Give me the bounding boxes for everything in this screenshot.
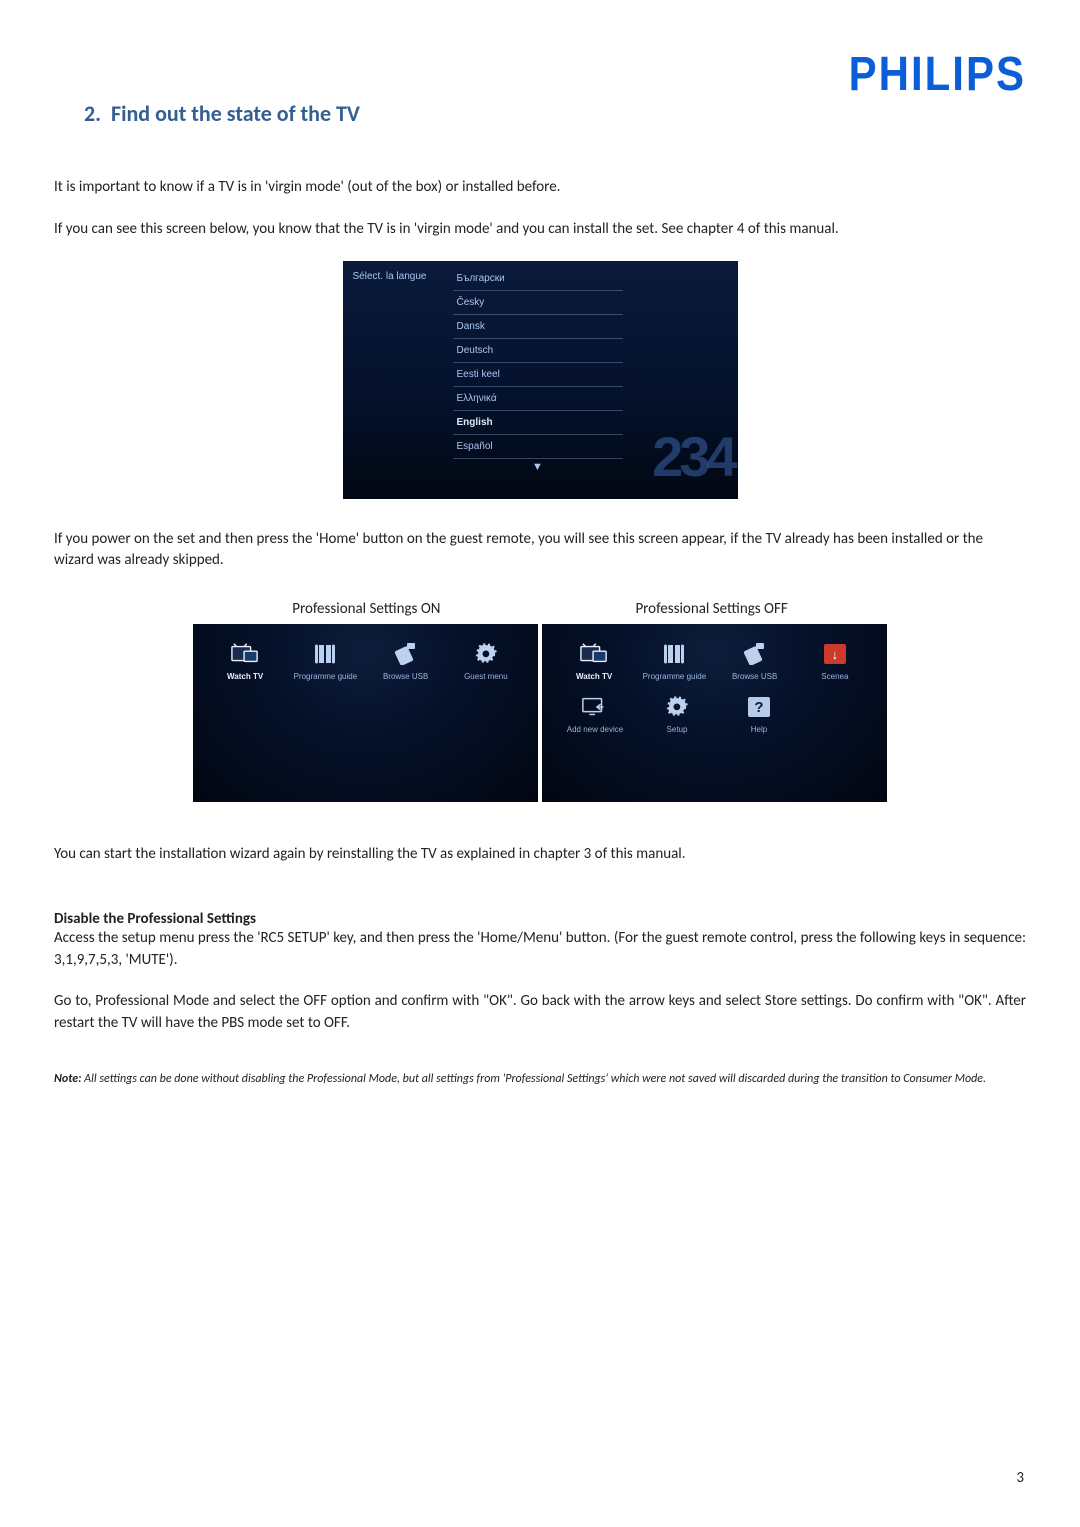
menu-item-browse-usb: Browse USB	[715, 642, 795, 681]
guide-icon	[660, 642, 688, 666]
gear-icon	[472, 642, 500, 666]
menu-item-programme-guide: Programme guide	[634, 642, 714, 681]
menu-item-label: Scenea	[795, 672, 875, 681]
language-item: Deutsch	[453, 339, 623, 363]
note-text: All settings can be done without disabli…	[81, 1072, 986, 1086]
menu-item-label: Guest menu	[446, 672, 526, 681]
language-panel-label: Sélect. la langue	[343, 261, 453, 499]
screenshot-right-pane: 234	[623, 261, 738, 499]
page-number: 3	[1016, 1469, 1024, 1487]
menu-item-label: Browse USB	[715, 672, 795, 681]
tv-icon	[580, 642, 608, 666]
menu-item-browse-usb: Browse USB	[366, 642, 446, 681]
paragraph-1: It is important to know if a TV is in 'v…	[54, 177, 1026, 199]
disable-p1: Access the setup menu press the 'RC5 SET…	[54, 928, 1026, 972]
menu-row: Add new deviceSetup? Help	[554, 695, 875, 734]
usb-icon	[741, 642, 769, 666]
label-pro-off: Professional Settings OFF	[635, 600, 787, 618]
chevron-down-icon: ▼	[453, 461, 623, 473]
menu-item-programme-guide: Programme guide	[285, 642, 365, 681]
menu-item-label: Add new device	[554, 725, 636, 734]
language-item: Ελληνικά	[453, 387, 623, 411]
menu-row: Watch TVProgramme guideBrowse USBGuest m…	[205, 642, 526, 681]
section-title-text: Find out the state of the TV	[111, 100, 360, 127]
menu-row: Watch TVProgramme guideBrowse USB ↓ Scenea	[554, 642, 875, 681]
language-list: БългарскиČeskyDanskDeutschEesti keelΕλλη…	[453, 261, 623, 499]
menu-item-watch-tv: Watch TV	[554, 642, 634, 681]
menu-item-scenea: ↓ Scenea	[795, 642, 875, 681]
usb-icon	[392, 642, 420, 666]
scenea-icon: ↓	[821, 642, 849, 666]
menu-item-watch-tv: Watch TV	[205, 642, 285, 681]
tv-icon	[231, 642, 259, 666]
language-item: Български	[453, 267, 623, 291]
channel-preview-digits: 234	[652, 424, 733, 489]
screenshot-virgin-mode: Sélect. la langue БългарскиČeskyDanskDeu…	[343, 261, 738, 499]
menu-item-label: Watch TV	[205, 672, 285, 681]
language-item: Eesti keel	[453, 363, 623, 387]
disable-p2: Go to, Professional Mode and select the …	[54, 991, 1026, 1035]
language-item: Dansk	[453, 315, 623, 339]
menu-item-label: Watch TV	[554, 672, 634, 681]
screenshot-labels-row: Professional Settings ON Professional Se…	[54, 600, 1026, 618]
note-label: Note:	[54, 1072, 81, 1086]
screenshot-pro-off: Watch TVProgramme guideBrowse USB ↓ Scenea…	[542, 624, 887, 802]
language-item: Česky	[453, 291, 623, 315]
help-icon: ?	[745, 695, 773, 719]
menu-item-label: Programme guide	[285, 672, 365, 681]
label-pro-on: Professional Settings ON	[292, 600, 440, 618]
menu-item-help: ? Help	[718, 695, 800, 734]
paragraph-4: You can start the installation wizard ag…	[54, 844, 1026, 866]
home-menu-screenshots: Watch TVProgramme guideBrowse USBGuest m…	[193, 624, 887, 802]
note-paragraph: Note: All settings can be done without d…	[54, 1071, 1026, 1088]
disable-heading: Disable the Professional Settings	[54, 910, 1026, 928]
guide-icon	[311, 642, 339, 666]
menu-item-label: Help	[718, 725, 800, 734]
screenshot-pro-on: Watch TVProgramme guideBrowse USBGuest m…	[193, 624, 538, 802]
paragraph-3: If you power on the set and then press t…	[54, 529, 1026, 573]
language-item: English	[453, 411, 623, 435]
language-item: Español	[453, 435, 623, 459]
menu-item-setup: Setup	[636, 695, 718, 734]
menu-item-label: Setup	[636, 725, 718, 734]
menu-item-add-new-device: Add new device	[554, 695, 636, 734]
menu-item-guest-menu: Guest menu	[446, 642, 526, 681]
section-number: 2.	[84, 100, 101, 127]
menu-item-label: Browse USB	[366, 672, 446, 681]
section-heading: 2. Find out the state of the TV	[54, 100, 1026, 127]
menu-item-label: Programme guide	[634, 672, 714, 681]
philips-logo: PHILIPS	[849, 46, 1026, 101]
add-icon	[581, 695, 609, 719]
gear-icon	[663, 695, 691, 719]
paragraph-2: If you can see this screen below, you kn…	[54, 219, 1026, 241]
